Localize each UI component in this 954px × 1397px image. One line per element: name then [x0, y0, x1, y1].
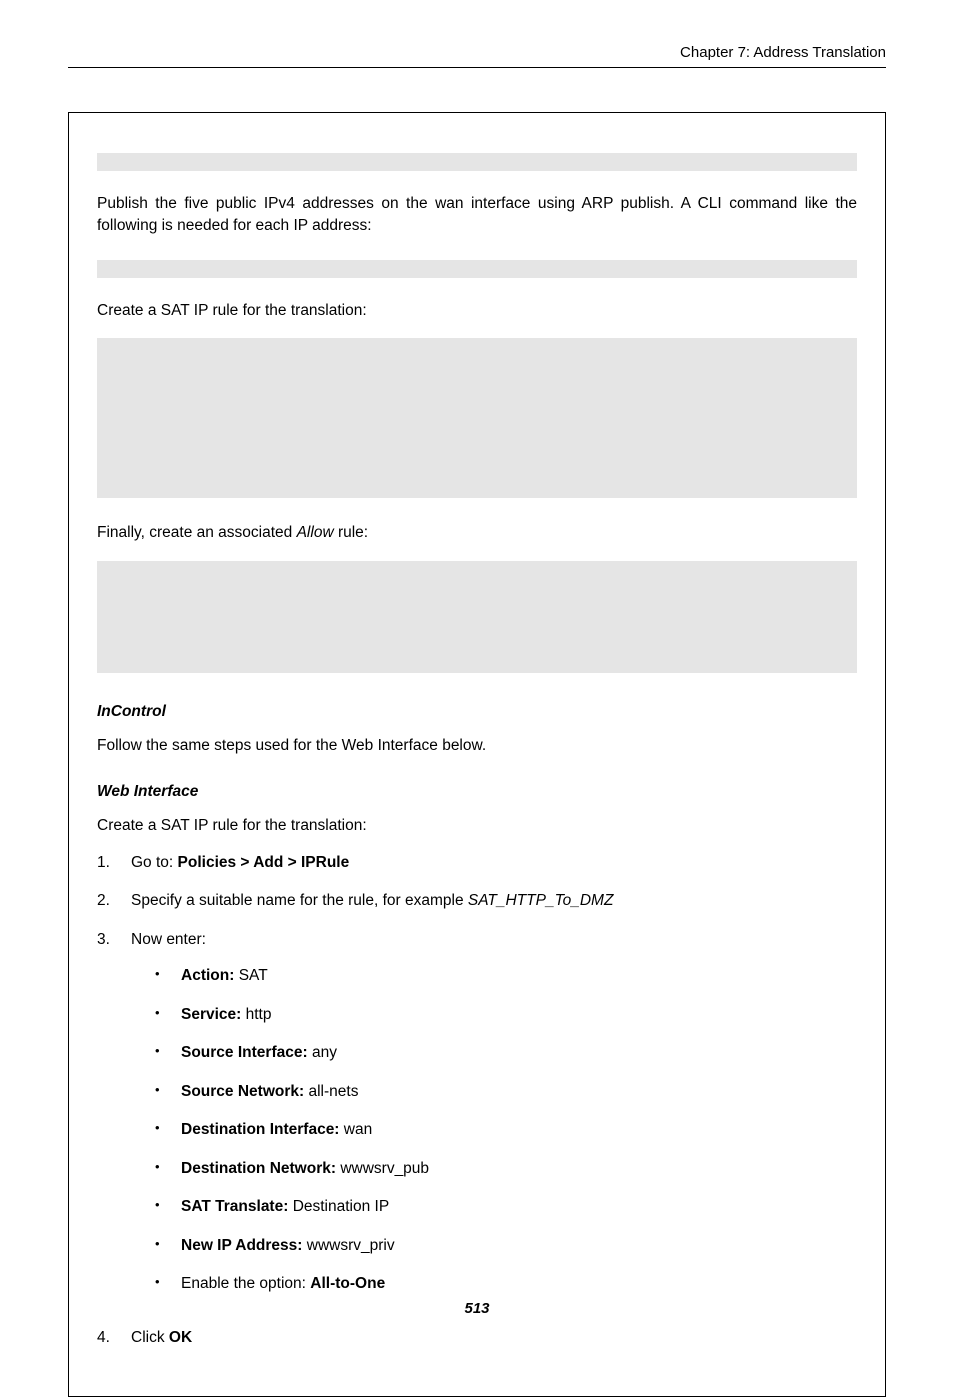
step-2: 2. Specify a suitable name for the rule,…	[97, 890, 857, 912]
bullet-label: Source Network:	[181, 1083, 304, 1100]
bullet-value: wan	[339, 1121, 372, 1138]
bullet-value: any	[308, 1044, 337, 1061]
bullet-destination-network: Destination Network: wwwsrv_pub	[155, 1158, 857, 1180]
step-number: 3.	[97, 929, 131, 1312]
step-number: 4.	[97, 1327, 131, 1349]
bullet-action: Action: SAT	[155, 965, 857, 987]
step-body: Now enter: Action: SAT Service: http Sou…	[131, 929, 857, 1312]
page-container: Chapter 7: Address Translation Publish t…	[0, 0, 954, 1351]
step-body: Click OK	[131, 1327, 857, 1349]
bullet-all-to-one: Enable the option: All-to-One	[155, 1273, 857, 1295]
step-body: Go to: Policies > Add > IPRule	[131, 852, 857, 874]
code-placeholder-4	[97, 561, 857, 673]
step1-prefix: Go to:	[131, 854, 178, 871]
code-placeholder-1	[97, 153, 857, 171]
code-placeholder-2	[97, 260, 857, 278]
webinterface-heading: Web Interface	[97, 783, 857, 801]
incontrol-text: Follow the same steps used for the Web I…	[97, 735, 857, 757]
bullet-value: http	[241, 1006, 271, 1023]
bullet-value: SAT	[234, 967, 267, 984]
para3-allow-ital: Allow	[297, 524, 334, 541]
step2-prefix: Specify a suitable name for the rule, fo…	[131, 892, 468, 909]
page-number: 513	[0, 1300, 954, 1317]
step3-text: Now enter:	[131, 931, 206, 948]
bullet-label: Source Interface:	[181, 1044, 308, 1061]
bullet-label: Destination Network:	[181, 1160, 336, 1177]
step-4: 4. Click OK	[97, 1327, 857, 1349]
bullet-value: Destination IP	[293, 1198, 390, 1215]
bullet-destination-interface: Destination Interface: wan	[155, 1119, 857, 1141]
bullet-service: Service: http	[155, 1004, 857, 1026]
step2-ital: SAT_HTTP_To_DMZ	[468, 892, 614, 909]
step-1: 1. Go to: Policies > Add > IPRule	[97, 852, 857, 874]
content-box: Publish the five public IPv4 addresses o…	[68, 112, 886, 1397]
bullet-label: Destination Interface:	[181, 1121, 339, 1138]
bullet-label: New IP Address:	[181, 1237, 302, 1254]
paragraph-arp-publish: Publish the five public IPv4 addresses o…	[97, 193, 857, 238]
bullet-prefix: Enable the option:	[181, 1275, 310, 1292]
step1-bold: Policies > Add > IPRule	[178, 854, 350, 871]
step4-bold: OK	[169, 1329, 192, 1346]
bullet-source-network: Source Network: all-nets	[155, 1081, 857, 1103]
bullet-value: all-nets	[304, 1083, 358, 1100]
bullet-new-ip: New IP Address: wwwsrv_priv	[155, 1235, 857, 1257]
incontrol-heading: InControl	[97, 703, 857, 721]
para3-suffix: rule:	[334, 524, 368, 541]
para3-prefix: Finally, create an associated	[97, 524, 297, 541]
webinterface-intro: Create a SAT IP rule for the translation…	[97, 815, 857, 837]
bullet-source-interface: Source Interface: any	[155, 1042, 857, 1064]
step-number: 2.	[97, 890, 131, 912]
bullet-value: wwwsrv_pub	[336, 1160, 429, 1177]
step4-prefix: Click	[131, 1329, 169, 1346]
bullet-bold: All-to-One	[310, 1275, 385, 1292]
code-placeholder-3	[97, 338, 857, 498]
chapter-header: Chapter 7: Address Translation	[68, 44, 886, 67]
bullet-sat-translate: SAT Translate: Destination IP	[155, 1196, 857, 1218]
bullets-list: Action: SAT Service: http Source Interfa…	[131, 965, 857, 1295]
step-number: 1.	[97, 852, 131, 874]
steps-list: 1. Go to: Policies > Add > IPRule 2. Spe…	[97, 852, 857, 1350]
step-3: 3. Now enter: Action: SAT Service: http …	[97, 929, 857, 1312]
bullet-label: Service:	[181, 1006, 241, 1023]
paragraph-allow-rule: Finally, create an associated Allow rule…	[97, 522, 857, 544]
bullet-label: SAT Translate:	[181, 1198, 293, 1215]
bullet-label: Action:	[181, 967, 234, 984]
bullet-value: wwwsrv_priv	[302, 1237, 394, 1254]
paragraph-sat-rule: Create a SAT IP rule for the translation…	[97, 300, 857, 322]
step-body: Specify a suitable name for the rule, fo…	[131, 890, 857, 912]
header-rule: Chapter 7: Address Translation	[68, 44, 886, 68]
